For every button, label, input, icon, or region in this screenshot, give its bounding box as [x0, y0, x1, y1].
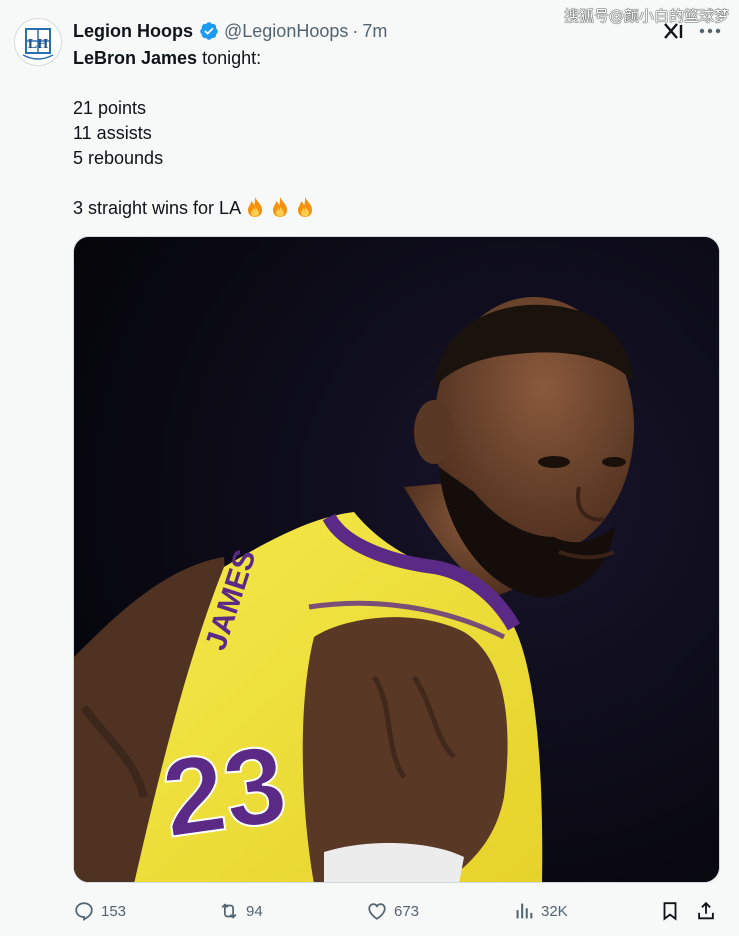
views-button[interactable]: 32K — [513, 896, 568, 926]
retweet-button[interactable]: 94 — [218, 896, 263, 926]
grok-icon[interactable] — [663, 22, 685, 40]
bookmark-icon — [663, 902, 677, 921]
tweet-text-bold: LeBron James — [73, 48, 198, 68]
tweet-header: Legion Hoops @LegionHoops · 7m — [73, 19, 387, 43]
display-name[interactable]: Legion Hoops — [73, 21, 193, 42]
tweet-text-rest: tonight: — [197, 48, 262, 68]
reply-button[interactable]: 153 — [73, 896, 126, 926]
stat-points: 21 points — [73, 98, 147, 118]
stat-assists: 11 assists — [73, 123, 152, 143]
tweet-text-line-1: LeBron James tonight: — [73, 46, 713, 71]
heart-icon — [368, 903, 386, 920]
like-button[interactable]: 673 — [366, 896, 419, 926]
tweet-text: LeBron James tonight: 21 points 11 assis… — [73, 46, 713, 221]
stat-rebounds: 5 rebounds — [73, 148, 164, 168]
timestamp[interactable]: 7m — [362, 21, 387, 42]
reply-icon — [75, 902, 93, 922]
like-count: 673 — [394, 902, 420, 920]
tweet-top-actions — [663, 22, 721, 40]
retweet-count: 94 — [246, 902, 263, 920]
jersey-number-text: 23 — [155, 722, 293, 861]
fire-emoji-icon — [298, 197, 313, 217]
wins-line: 3 straight wins for LA — [73, 196, 713, 221]
legion-hoops-logo-icon: LH — [16, 20, 60, 64]
svg-text:LH: LH — [28, 37, 48, 52]
share-button[interactable] — [695, 896, 723, 926]
avatar[interactable]: LH — [14, 18, 62, 66]
views-count: 32K — [541, 902, 568, 920]
more-icon[interactable] — [699, 27, 721, 35]
handle[interactable]: @LegionHoops — [224, 21, 348, 42]
verified-badge-icon — [200, 22, 218, 40]
tweet-actions: 153 94 673 32K — [73, 896, 723, 926]
share-icon — [698, 901, 714, 920]
views-icon — [516, 903, 533, 919]
fire-emoji-icon — [273, 197, 288, 217]
separator-dot: · — [352, 20, 359, 41]
wins-text: 3 straight wins for LA — [73, 198, 242, 218]
tweet-photo[interactable]: JAMES 23 — [73, 236, 720, 883]
bookmark-button[interactable] — [659, 896, 687, 926]
player-photo: JAMES 23 — [74, 237, 719, 882]
tweet: LH Legion Hoops @LegionHoops · 7m 搜狐号@颜小… — [0, 0, 739, 936]
retweet-icon — [221, 903, 237, 919]
reply-count: 153 — [101, 902, 127, 920]
fire-emoji-icon — [248, 197, 263, 217]
